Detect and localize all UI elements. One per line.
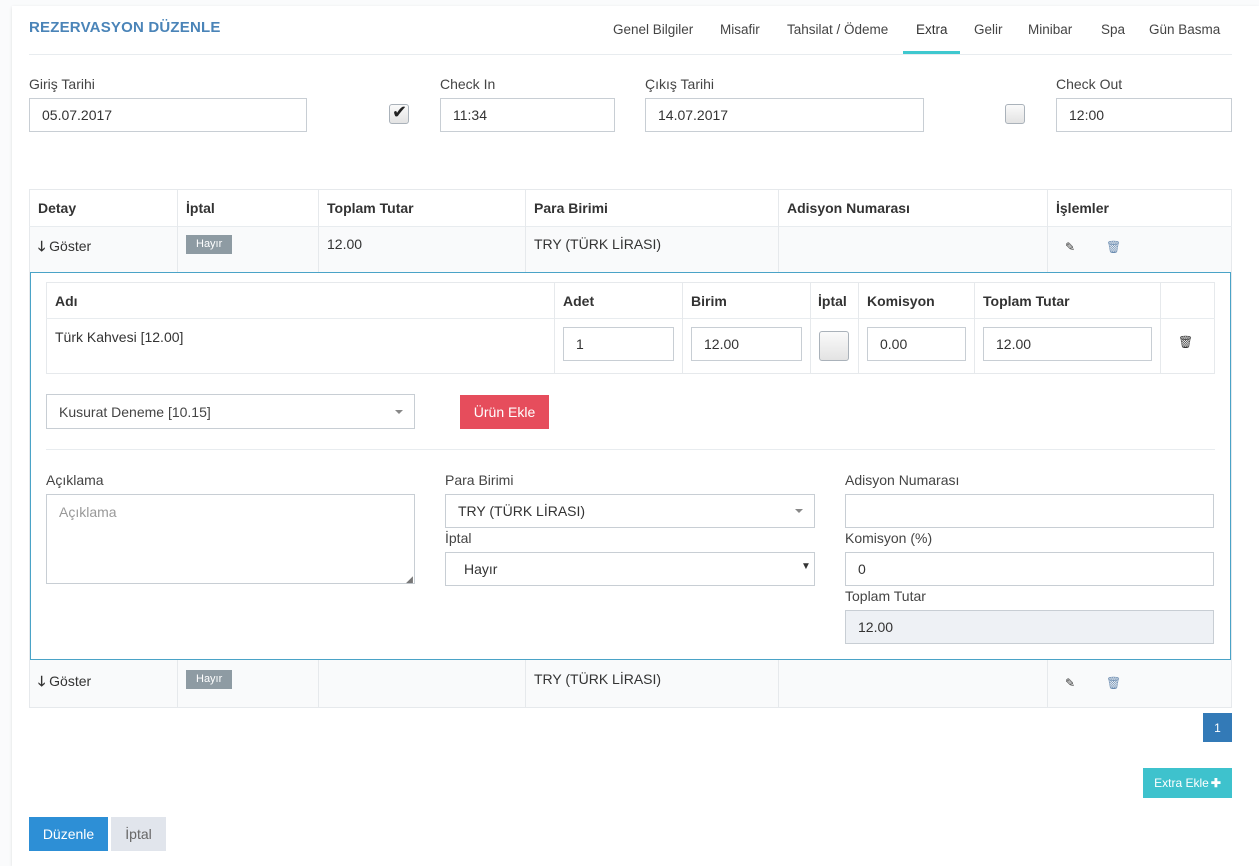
col-divider <box>682 282 683 374</box>
duzenle-button[interactable]: Düzenle <box>29 817 108 851</box>
checkmark-icon: ✔ <box>392 102 408 122</box>
chevron-down-icon <box>395 410 403 414</box>
giris-tarihi-input[interactable]: 05.07.2017 <box>29 98 307 132</box>
trash-icon[interactable]: 🗑 <box>1106 240 1121 254</box>
col-divider <box>974 282 975 374</box>
aciklama-label: Açıklama <box>46 472 104 488</box>
para-birimi-select[interactable]: TRY (TÜRK LİRASI) <box>445 494 815 528</box>
col-divider <box>778 660 779 708</box>
header-divider <box>29 54 1232 55</box>
pagination-page-1[interactable]: 1 <box>1203 713 1232 742</box>
row1-toplam: 12.00 <box>327 236 363 252</box>
extra-ekle-label: Extra Ekle <box>1154 776 1209 790</box>
col-divider <box>177 189 178 272</box>
th-item-iptal: İptal <box>818 293 847 309</box>
checkin-checkbox[interactable]: ✔ <box>389 102 409 124</box>
toplam-tutar-input: 12.00 <box>845 610 1214 644</box>
item-adet-input[interactable]: 1 <box>563 327 674 361</box>
col-divider <box>1047 660 1048 708</box>
tab-extra[interactable]: Extra <box>916 22 948 37</box>
checkin-input[interactable]: 11:34 <box>440 98 615 132</box>
iptal-button[interactable]: İptal <box>111 817 166 851</box>
page-title: REZERVASYON DÜZENLE <box>29 19 221 36</box>
row2-para-birimi: TRY (TÜRK LİRASI) <box>534 671 662 687</box>
col-divider <box>525 189 526 272</box>
item-iptal-checkbox[interactable] <box>819 331 849 361</box>
checkin-label: Check In <box>440 76 496 92</box>
col-divider <box>177 660 178 708</box>
th-islemler: İşlemler <box>1056 200 1109 216</box>
col-divider <box>554 282 555 374</box>
trash-icon[interactable]: 🗑 <box>1178 335 1193 349</box>
cikis-tarihi-label: Çıkış Tarihi <box>645 76 714 92</box>
th-adisyon-numarasi: Adisyon Numarası <box>787 200 910 216</box>
aciklama-textarea[interactable]: Açıklama <box>46 494 415 584</box>
urun-ekle-button[interactable]: Ürün Ekle <box>460 395 549 429</box>
checkout-checkbox[interactable] <box>1005 104 1025 124</box>
row1-goster-toggle[interactable]: 🡓 Göster <box>38 236 91 260</box>
col-divider <box>778 189 779 272</box>
toplam-tutar-label: Toplam Tutar <box>845 588 926 604</box>
th-detay: Detay <box>38 200 77 216</box>
item-name: Türk Kahvesi [12.00] <box>55 329 184 345</box>
giris-tarihi-label: Giriş Tarihi <box>29 76 95 92</box>
table-header-divider <box>29 226 1232 227</box>
adisyon-input[interactable] <box>845 494 1214 528</box>
th-iptal: İptal <box>186 200 215 216</box>
arrow-down-icon: 🡓 <box>38 238 46 254</box>
th-birim: Birim <box>691 293 727 309</box>
para-birimi-label: Para Birimi <box>445 472 514 488</box>
item-toplam-input[interactable]: 12.00 <box>983 327 1152 361</box>
th-toplam-tutar: Toplam Tutar <box>327 200 414 216</box>
checkout-input[interactable]: 12:00 <box>1056 98 1232 132</box>
col-divider <box>1047 189 1048 272</box>
col-divider <box>318 189 319 272</box>
th-adi: Adı <box>55 293 78 309</box>
cikis-tarihi-input[interactable]: 14.07.2017 <box>645 98 924 132</box>
caret-down-icon: ▼ <box>801 561 811 572</box>
col-divider <box>318 660 319 708</box>
product-select[interactable]: Kusurat Deneme [10.15] <box>46 394 415 429</box>
tab-tahsilat-odeme[interactable]: Tahsilat / Ödeme <box>787 22 888 37</box>
adisyon-label: Adisyon Numarası <box>845 472 960 488</box>
komisyon-input[interactable]: 0 <box>845 552 1214 586</box>
row2-goster-toggle[interactable]: 🡓 Göster <box>38 671 91 695</box>
goster-label: Göster <box>49 238 92 254</box>
item-komisyon-input[interactable]: 0.00 <box>867 327 966 361</box>
iptal-select[interactable]: Hayır <box>445 552 815 586</box>
resize-handle-icon[interactable]: ◢ <box>406 574 413 585</box>
col-divider <box>858 282 859 374</box>
col-divider <box>1160 282 1161 374</box>
iptal-label: İptal <box>445 530 472 546</box>
col-divider <box>810 282 811 374</box>
col-divider <box>525 660 526 708</box>
arrow-down-icon: 🡓 <box>38 673 46 689</box>
pencil-icon[interactable]: ✎ <box>1065 240 1075 254</box>
goster-label: Göster <box>49 673 92 689</box>
row1-para-birimi: TRY (TÜRK LİRASI) <box>534 236 662 252</box>
plus-icon: ✚ <box>1210 776 1221 790</box>
tab-minibar[interactable]: Minibar <box>1028 22 1072 37</box>
tab-genel-bilgiler[interactable]: Genel Bilgiler <box>613 22 693 37</box>
tab-gelir[interactable]: Gelir <box>974 22 1003 37</box>
tab-gun-basma[interactable]: Gün Basma <box>1149 22 1220 37</box>
status-badge: Hayır <box>186 670 233 689</box>
chevron-down-icon <box>795 509 803 513</box>
extra-ekle-button[interactable]: Extra Ekle ✚ <box>1143 768 1232 798</box>
komisyon-label: Komisyon (%) <box>845 530 933 546</box>
items-header-divider <box>46 318 1215 319</box>
tab-spa[interactable]: Spa <box>1101 22 1125 37</box>
trash-icon[interactable]: 🗑 <box>1106 676 1121 690</box>
th-item-toplam: Toplam Tutar <box>983 293 1070 309</box>
tab-misafir[interactable]: Misafir <box>720 22 760 37</box>
pencil-icon[interactable]: ✎ <box>1065 676 1075 690</box>
item-birim-input[interactable]: 12.00 <box>691 327 802 361</box>
th-para-birimi: Para Birimi <box>534 200 608 216</box>
checkout-label: Check Out <box>1056 76 1123 92</box>
detail-divider <box>46 449 1215 450</box>
th-komisyon: Komisyon <box>867 293 935 309</box>
th-adet: Adet <box>563 293 595 309</box>
status-badge: Hayır <box>186 235 233 254</box>
